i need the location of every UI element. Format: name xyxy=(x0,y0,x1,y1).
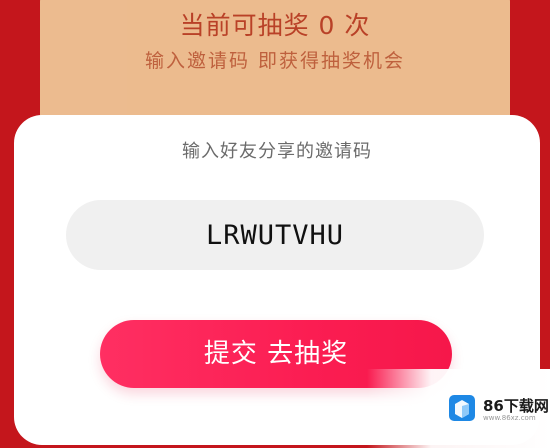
site-logo-icon xyxy=(449,395,475,421)
invite-hint-text: 输入邀请码 即获得抽奖机会 xyxy=(144,50,406,72)
lottery-count-text: 当前可抽奖 0 次 xyxy=(179,11,371,40)
invite-code-input[interactable] xyxy=(66,200,484,270)
dialog-title: 输入好友分享的邀请码 xyxy=(182,141,372,162)
site-name: 86下载网 xyxy=(483,397,549,415)
site-url: www.86xz.com xyxy=(483,414,536,422)
site-watermark: 86下载网 www.86xz.com xyxy=(367,369,550,448)
lottery-page: 当前可抽奖 0 次 输入邀请码 即获得抽奖机会 输入好友分享的邀请码 提交 去抽… xyxy=(0,0,550,448)
